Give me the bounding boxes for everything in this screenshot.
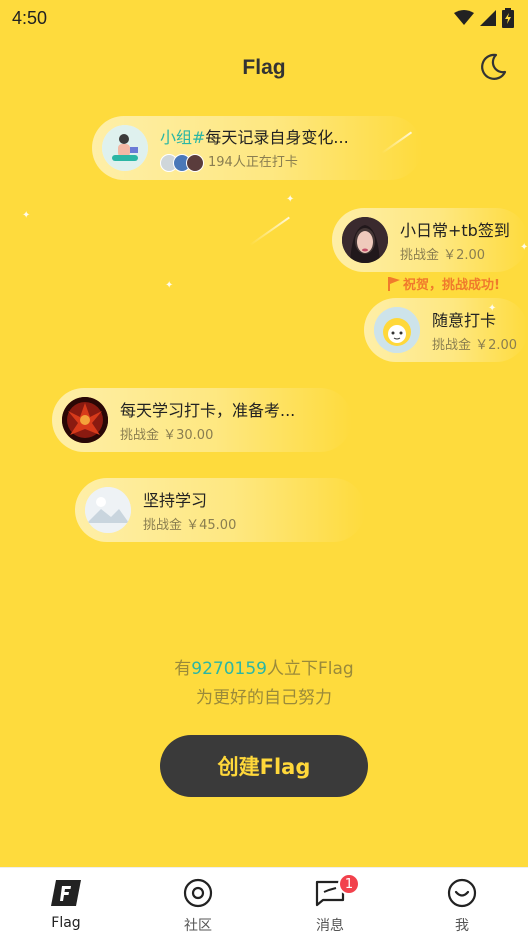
participant-avatars bbox=[160, 153, 204, 172]
fire-avatar bbox=[62, 397, 108, 443]
participant-avatar bbox=[186, 153, 204, 172]
flag-card[interactable]: 随意打卡 挑战金 ￥2.00 bbox=[364, 298, 528, 362]
tab-community[interactable]: 社区 bbox=[132, 868, 264, 935]
flag-card[interactable]: 小组#每天记录自身变化... 194人正在打卡 bbox=[92, 116, 422, 180]
challenge-success-note: 祝贺，挑战成功! bbox=[388, 274, 500, 293]
signal-icon bbox=[480, 10, 496, 26]
tab-label: 我 bbox=[455, 918, 469, 934]
stats-slogan: 为更好的自己努力 bbox=[196, 688, 332, 708]
flag-title-text: 每天记录自身变化... bbox=[205, 128, 349, 148]
flag-card[interactable]: 每天学习打卡，准备考... 挑战金 ￥30.00 bbox=[52, 388, 352, 452]
shooting-star bbox=[249, 216, 290, 246]
landscape-avatar bbox=[85, 487, 131, 533]
portrait-avatar bbox=[342, 217, 388, 263]
participant-count: 194人正在打卡 bbox=[208, 155, 298, 171]
moon-icon[interactable] bbox=[478, 52, 508, 82]
flag-icon bbox=[388, 276, 400, 291]
tab-label: Flag bbox=[51, 915, 81, 931]
wifi-icon bbox=[454, 10, 474, 25]
tab-messages[interactable]: 1 消息 bbox=[264, 868, 396, 935]
status-time: 4:50 bbox=[12, 7, 48, 28]
flag-subtitle: 挑战金 ￥2.00 bbox=[400, 248, 486, 263]
flag-card-text: 小组#每天记录自身变化... 194人正在打卡 bbox=[160, 124, 349, 172]
illustration-avatar bbox=[102, 125, 148, 171]
flag-subtitle: 194人正在打卡 bbox=[160, 151, 349, 172]
success-text: 祝贺，挑战成功! bbox=[403, 278, 500, 293]
flag-card-text: 小日常+tb签到 挑战金 ￥2.00 bbox=[400, 217, 510, 263]
flag-title: 随意打卡 bbox=[432, 311, 497, 330]
title-bar: Flag bbox=[0, 50, 528, 90]
flag-card-text: 每天学习打卡，准备考... 挑战金 ￥30.00 bbox=[120, 397, 295, 443]
page-title: Flag bbox=[242, 56, 286, 79]
flag-subtitle: 挑战金 ￥30.00 bbox=[120, 428, 214, 443]
stats-suffix: 人立下Flag bbox=[267, 659, 354, 679]
flag-card[interactable]: 小日常+tb签到 挑战金 ￥2.00 bbox=[332, 208, 528, 272]
group-tag: 小组# bbox=[160, 128, 206, 148]
status-icons bbox=[454, 8, 514, 28]
flag-card[interactable]: 坚持学习 挑战金 ￥45.00 bbox=[75, 478, 365, 542]
sparkle-icon: ✦ bbox=[165, 280, 174, 291]
flag-f-icon bbox=[50, 877, 82, 909]
stats-prefix: 有 bbox=[174, 659, 192, 679]
tab-label: 消息 bbox=[316, 918, 344, 934]
sparkle-icon: ✦ bbox=[286, 194, 295, 205]
smile-icon bbox=[446, 877, 478, 909]
flag-subtitle: 挑战金 ￥2.00 bbox=[432, 338, 518, 353]
unread-badge: 1 bbox=[338, 873, 360, 895]
message-icon: 1 bbox=[314, 873, 360, 909]
flag-title: 每天学习打卡，准备考... bbox=[120, 401, 296, 420]
bottom-tab-bar: Flag 社区 1 消息 我 bbox=[0, 867, 528, 939]
tab-me[interactable]: 我 bbox=[396, 868, 528, 935]
community-icon bbox=[182, 877, 214, 909]
create-flag-button[interactable]: 创建Flag bbox=[160, 735, 368, 797]
cartoon-avatar bbox=[374, 307, 420, 353]
flag-title: 小日常+tb签到 bbox=[400, 221, 510, 240]
stats-text: 有9270159人立下Flag bbox=[0, 654, 528, 679]
flag-subtitle: 挑战金 ￥45.00 bbox=[143, 518, 237, 533]
tab-label: 社区 bbox=[184, 918, 212, 934]
stats-count: 9270159 bbox=[191, 659, 267, 679]
status-bar: 4:50 bbox=[0, 0, 528, 36]
flag-card-text: 坚持学习 挑战金 ￥45.00 bbox=[143, 487, 236, 533]
flag-card-text: 随意打卡 挑战金 ￥2.00 bbox=[432, 307, 517, 353]
flag-title: 坚持学习 bbox=[143, 491, 208, 510]
flag-title: 小组#每天记录自身变化... bbox=[160, 124, 349, 148]
sparkle-icon: ✦ bbox=[22, 210, 31, 221]
battery-icon bbox=[502, 8, 514, 28]
tab-flag[interactable]: Flag bbox=[0, 868, 132, 931]
